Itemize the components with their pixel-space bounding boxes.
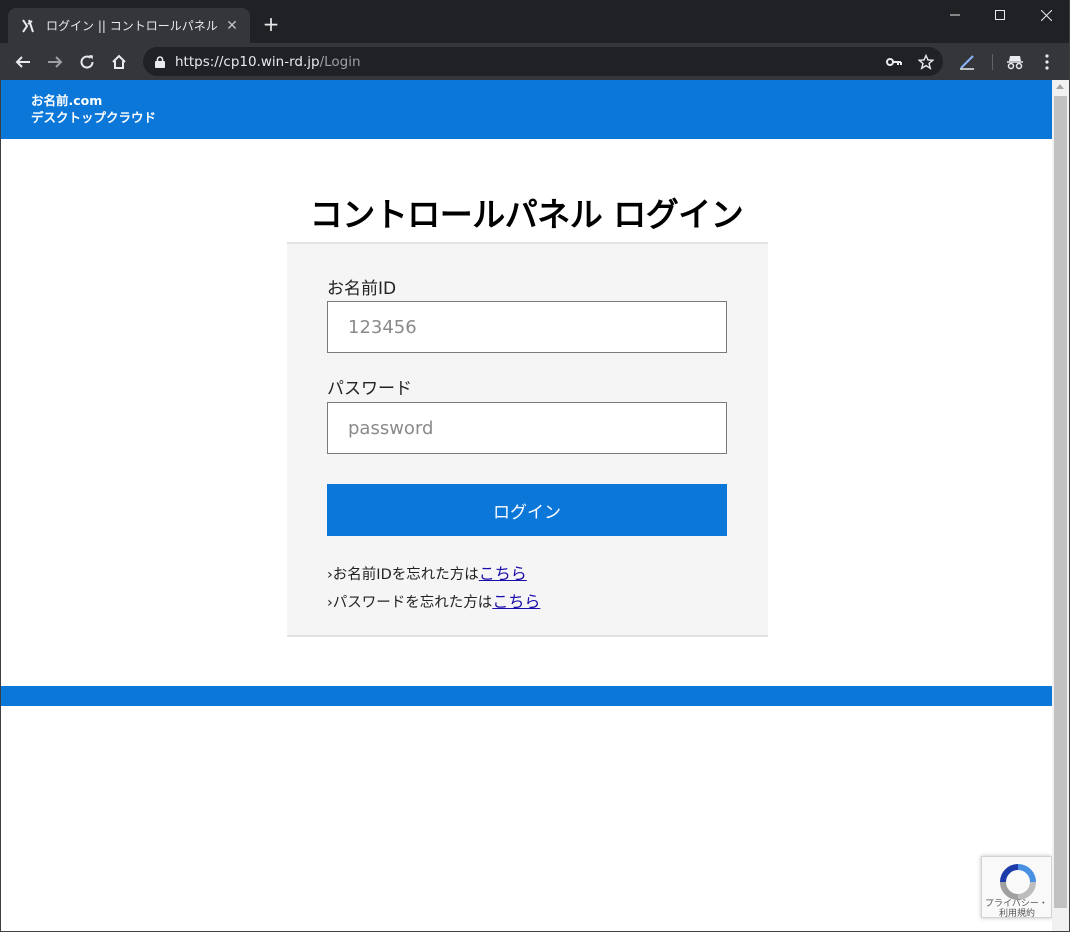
forward-arrow-icon[interactable] (42, 49, 68, 75)
login-button[interactable]: ログイン (327, 484, 727, 536)
maximize-window-icon[interactable] (977, 0, 1023, 30)
page-scrollbar[interactable] (1052, 80, 1069, 931)
new-tab-button[interactable]: + (260, 13, 282, 35)
brand-line-2: デスクトップクラウド (31, 110, 157, 125)
id-field-label: お名前ID (327, 279, 397, 299)
close-window-icon[interactable] (1023, 0, 1069, 30)
scroll-up-arrow-icon[interactable] (1056, 84, 1064, 89)
recaptcha-icon (999, 863, 1037, 901)
star-bookmark-icon[interactable] (917, 53, 935, 71)
pen-extension-icon[interactable] (956, 51, 978, 73)
tab-favicon-icon (20, 18, 36, 34)
reload-icon[interactable] (74, 49, 100, 75)
password-input[interactable] (327, 402, 727, 454)
brand-line-1: お名前.com (31, 93, 103, 108)
address-bar[interactable]: https://cp10.win-rd.jp/Login (143, 47, 943, 76)
password-field-label: パスワード (327, 379, 412, 399)
browser-tab-login[interactable]: ログイン || コントロールパネル ✕ (8, 8, 250, 43)
menu-kebab-icon[interactable] (1036, 51, 1058, 73)
site-footer-bar (1, 686, 1052, 706)
forgot-id-link[interactable]: こちら (479, 564, 527, 583)
recaptcha-terms: 利用規約 (999, 909, 1036, 919)
brand-logo[interactable]: お名前.com デスクトップクラウド (31, 92, 156, 126)
recaptcha-badge[interactable]: プライバシー・ 利用規約 (981, 856, 1052, 919)
recaptcha-privacy: プライバシー・ (985, 899, 1048, 909)
forgot-id-text: ›お名前IDを忘れた方は (327, 567, 479, 583)
url-host: https://cp10.win-rd.jp (175, 53, 320, 70)
page-title: コントロールパネル ログイン (309, 195, 744, 234)
key-icon[interactable] (885, 53, 903, 71)
browser-toolbar: https://cp10.win-rd.jp/Login (0, 43, 1070, 80)
forgot-password-help: ›パスワードを忘れた方はこちら (327, 588, 540, 612)
page-viewport: お名前.com デスクトップクラウド コントロールパネル ログイン お名前ID … (1, 80, 1052, 931)
login-form-panel: お名前ID パスワード ログイン ›お名前IDを忘れた方はこちら ›パスワードを… (287, 242, 768, 637)
forgot-password-text: ›パスワードを忘れた方は (327, 595, 493, 611)
forgot-id-help: ›お名前IDを忘れた方はこちら (327, 560, 527, 584)
incognito-icon[interactable] (1004, 51, 1026, 73)
tab-close-icon[interactable]: ✕ (224, 18, 240, 34)
site-header: お名前.com デスクトップクラウド (1, 80, 1052, 139)
tab-title: ログイン || コントロールパネル (46, 19, 218, 33)
url-path: /Login (319, 53, 361, 70)
forgot-password-link[interactable]: こちら (492, 592, 540, 611)
lock-icon (153, 55, 167, 69)
id-input[interactable] (327, 301, 727, 353)
back-arrow-icon[interactable] (10, 49, 36, 75)
window-border-left (0, 80, 1, 932)
recaptcha-privacy-terms[interactable]: プライバシー・ 利用規約 (985, 899, 1052, 919)
home-icon[interactable] (106, 49, 132, 75)
browser-titlebar: ログイン || コントロールパネル ✕ + (0, 0, 1070, 43)
minimize-window-icon[interactable] (932, 0, 978, 30)
scroll-thumb[interactable] (1054, 96, 1067, 908)
toolbar-separator (992, 54, 993, 70)
